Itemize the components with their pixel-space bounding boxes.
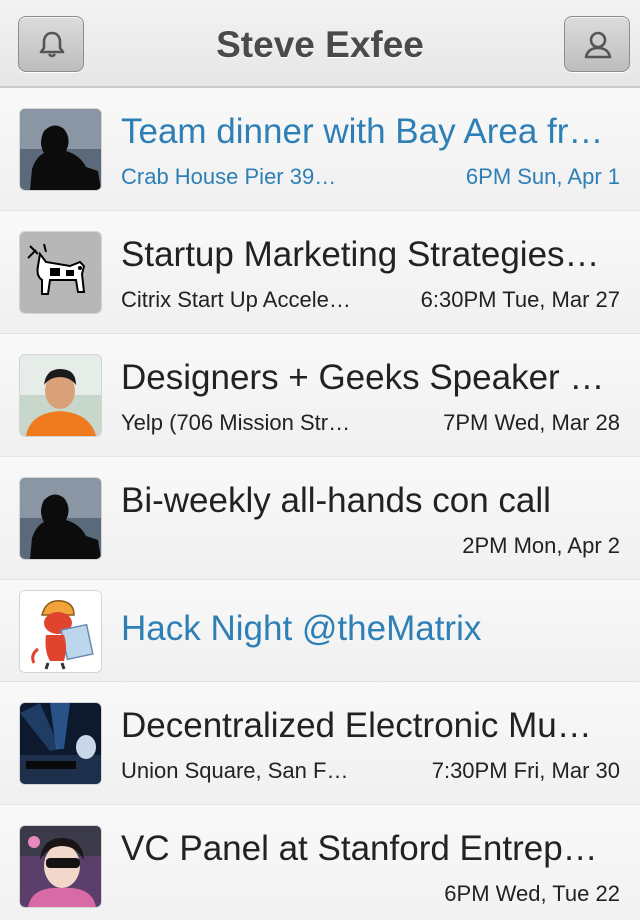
event-time: 2PM Mon, Apr 2 bbox=[462, 533, 620, 558]
navigation-bar: Steve Exfee bbox=[0, 0, 640, 88]
event-row[interactable]: Bi-weekly all-hands con call 2PM Mon, Ap… bbox=[0, 457, 640, 580]
devil-cartoon-avatar bbox=[20, 591, 101, 672]
event-time: 6:30PM Tue, Mar 27 bbox=[420, 287, 620, 312]
silhouette-avatar bbox=[20, 109, 101, 190]
event-title: Designers + Geeks Speaker … bbox=[121, 358, 605, 397]
event-place: Crab House Pier 39… bbox=[121, 164, 337, 189]
event-title: Team dinner with Bay Area fr… bbox=[121, 112, 604, 151]
event-place: Union Square, San F… bbox=[121, 758, 349, 783]
event-row[interactable]: Team dinner with Bay Area fr… Crab House… bbox=[0, 88, 640, 211]
event-place: Yelp (706 Mission Str… bbox=[121, 410, 351, 435]
dj-photo-avatar bbox=[20, 703, 101, 784]
profile-button[interactable] bbox=[564, 16, 630, 72]
event-time: 7PM Wed, Mar 28 bbox=[443, 410, 620, 435]
event-time: 7:30PM Fri, Mar 30 bbox=[431, 758, 620, 783]
silhouette-avatar bbox=[20, 478, 101, 559]
event-title: Hack Night @theMatrix bbox=[121, 609, 482, 648]
event-title: Startup Marketing Strategies… bbox=[121, 235, 600, 274]
event-place: Citrix Start Up Accele… bbox=[121, 287, 351, 312]
person-icon bbox=[584, 31, 612, 59]
event-title: Bi-weekly all-hands con call bbox=[121, 481, 551, 520]
event-time: 6PM Wed, Tue 22 bbox=[444, 881, 620, 906]
event-row[interactable]: VC Panel at Stanford Entrep… 6PM Wed, Tu… bbox=[0, 805, 640, 920]
woman-photo-avatar bbox=[20, 826, 101, 907]
man-photo-avatar bbox=[20, 355, 101, 436]
event-title: VC Panel at Stanford Entrep… bbox=[121, 829, 598, 868]
event-row[interactable]: Designers + Geeks Speaker … Yelp (706 Mi… bbox=[0, 334, 640, 457]
event-row[interactable]: Startup Marketing Strategies… Citrix Sta… bbox=[0, 211, 640, 334]
event-row[interactable]: Hack Night @theMatrix bbox=[0, 580, 640, 682]
event-title: Decentralized Electronic Mu… bbox=[121, 706, 592, 745]
event-row[interactable]: Decentralized Electronic Mu… Union Squar… bbox=[0, 682, 640, 805]
event-time: 6PM Sun, Apr 1 bbox=[465, 164, 620, 189]
dogcow-avatar bbox=[20, 232, 101, 313]
page-title: Steve Exfee bbox=[216, 24, 424, 65]
event-list: Team dinner with Bay Area fr… Crab House… bbox=[0, 88, 640, 920]
